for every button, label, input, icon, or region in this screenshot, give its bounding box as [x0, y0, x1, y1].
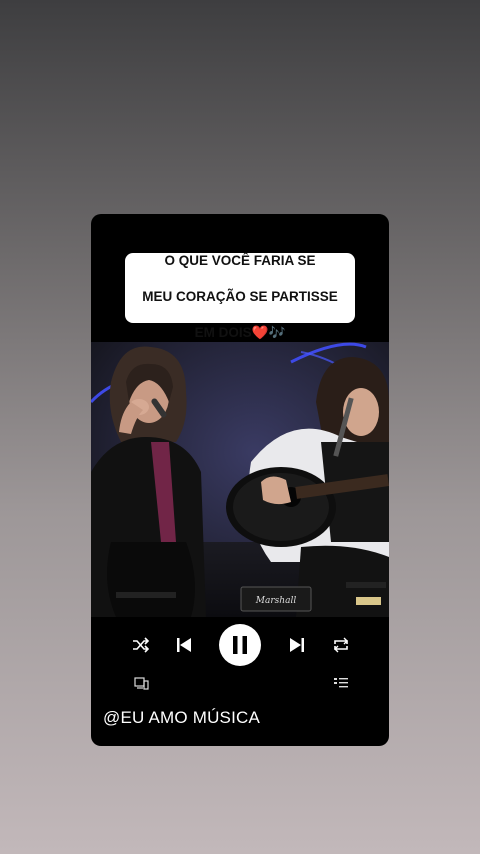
previous-button[interactable] — [175, 636, 193, 654]
queue-button[interactable] — [333, 676, 349, 690]
concert-scene: Marshall — [91, 342, 389, 617]
devices-button[interactable] — [133, 676, 149, 690]
caption-box: O QUE VOCÊ FARIA SE MEU CORAÇÃO SE PARTI… — [125, 253, 355, 340]
previous-icon — [177, 638, 191, 652]
music-notes-emoji: 🎶 — [268, 325, 286, 340]
caption-line-3: EM DOIS — [194, 325, 252, 340]
shuffle-icon — [133, 637, 150, 653]
channel-handle: @EU AMO MÚSICA — [103, 708, 261, 727]
music-card: O QUE VOCÊ FARIA SE MEU CORAÇÃO SE PARTI… — [91, 214, 389, 746]
pause-icon — [233, 636, 247, 654]
next-icon — [290, 638, 304, 652]
caption-line-1: O QUE VOCÊ FARIA SE — [164, 253, 316, 268]
heart-emoji: ❤️ — [251, 325, 269, 340]
video-frame[interactable]: Marshall — [91, 342, 389, 617]
repeat-icon — [334, 637, 348, 653]
devices-icon — [133, 676, 149, 690]
amp-brand-label: Marshall — [255, 596, 297, 606]
pause-button[interactable] — [219, 624, 261, 666]
caption-text: O QUE VOCÊ FARIA SE MEU CORAÇÃO SE PARTI… — [136, 234, 344, 342]
next-button[interactable] — [288, 636, 306, 654]
caption-line-2: MEU CORAÇÃO SE PARTISSE — [142, 289, 338, 304]
repeat-button[interactable] — [331, 636, 351, 654]
queue-icon — [334, 678, 348, 688]
shuffle-button[interactable] — [131, 636, 151, 654]
